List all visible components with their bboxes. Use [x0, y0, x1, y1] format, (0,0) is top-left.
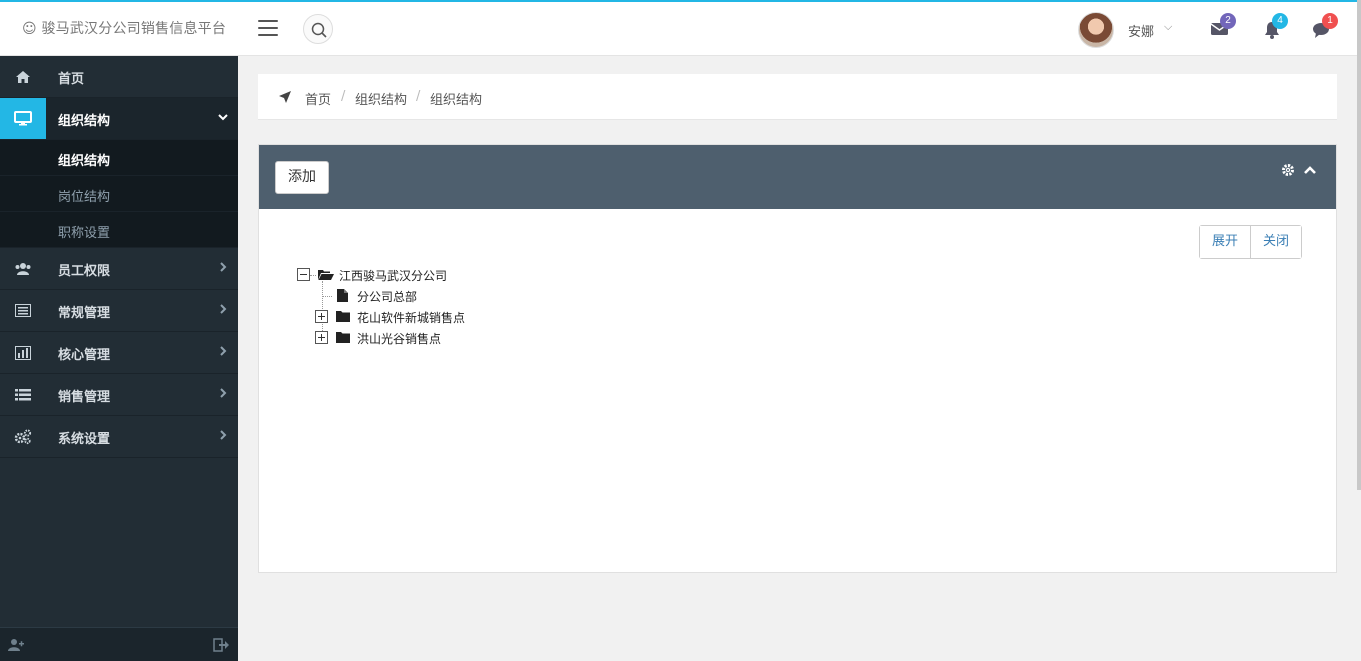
panel-header: 添加 [259, 145, 1336, 209]
desktop-icon [0, 98, 46, 139]
sidebar-item-employee-permissions[interactable]: 员工权限 [0, 248, 238, 290]
user-plus-icon[interactable] [8, 638, 24, 652]
sidebar-footer [0, 627, 238, 661]
users-icon [0, 248, 46, 289]
avatar[interactable] [1078, 12, 1114, 48]
sidebar-subitem-label: 组织结构 [58, 154, 111, 169]
brand-title[interactable]: ☺ 骏马武汉分公司销售信息平台 [22, 18, 226, 38]
top-navbar: ☺ 骏马武汉分公司销售信息平台 安娜 ⌵ 2 4 1 [0, 0, 1357, 56]
sidebar-subitem-position-structure[interactable]: 岗位结构 [0, 176, 238, 212]
sidebar-item-core-management[interactable]: 核心管理 [0, 332, 238, 374]
sidebar-item-label: 员工权限 [58, 264, 111, 279]
tree-node-label: 分公司总部 [357, 290, 418, 304]
tree-connector [322, 296, 332, 297]
home-icon [0, 56, 46, 97]
mail-button[interactable]: 2 [1210, 13, 1236, 40]
tree-connector [310, 275, 316, 276]
sidebar-item-label: 销售管理 [58, 390, 111, 405]
tree-node-label: 花山软件新城销售点 [357, 311, 466, 325]
sidebar-item-label: 组织结构 [58, 114, 111, 129]
list-alt-icon [0, 290, 46, 331]
breadcrumb-item-org[interactable]: 组织结构 [355, 89, 407, 108]
folder-open-icon [318, 270, 334, 280]
notifications-button[interactable]: 4 [1262, 13, 1288, 40]
chat-badge: 1 [1322, 13, 1338, 29]
sidebar-item-label: 核心管理 [58, 348, 111, 363]
breadcrumb-item-home[interactable]: 首页 [305, 89, 331, 108]
page-scrollbar[interactable] [1357, 0, 1361, 490]
search-icon [311, 22, 327, 38]
expand-all-button[interactable]: 展开 [1200, 226, 1251, 258]
chevron-up-icon[interactable] [1303, 163, 1317, 177]
folder-icon [336, 332, 350, 343]
tree-node-label: 洪山光谷销售点 [357, 332, 442, 346]
collapse-all-button[interactable]: 关闭 [1250, 226, 1302, 258]
mail-badge: 2 [1220, 13, 1236, 29]
chevron-down-icon[interactable]: ⌵ [1164, 20, 1172, 34]
sidebar-subitem-label: 职称设置 [58, 226, 111, 241]
chat-button[interactable]: 1 [1312, 13, 1338, 40]
location-arrow-icon [279, 91, 291, 103]
menu-toggle-icon[interactable] [258, 20, 278, 36]
chevron-right-icon [218, 260, 228, 276]
list-icon [0, 374, 46, 415]
notifications-badge: 4 [1272, 13, 1288, 29]
sidebar-item-org-structure[interactable]: 组织结构 [0, 98, 238, 140]
file-icon [337, 289, 348, 302]
sidebar: 首页 组织结构 组织结构 岗位结构 职称设置 员工权限 常规管理 核心管理 销售… [0, 56, 238, 661]
chevron-down-icon [218, 110, 228, 126]
breadcrumb-separator: / [416, 89, 421, 104]
folder-icon [336, 311, 350, 322]
sidebar-item-system-settings[interactable]: 系统设置 [0, 416, 238, 458]
org-tree-panel: 添加 展开 关闭 江西骏马武汉分公司 分公司总部 花山软件新城销售点 洪山光谷销… [258, 144, 1337, 573]
sidebar-item-label: 首页 [58, 72, 85, 87]
chevron-right-icon [218, 428, 228, 444]
user-name[interactable]: 安娜 [1128, 21, 1154, 40]
add-button[interactable]: 添加 [275, 161, 329, 194]
tree-button-group: 展开 关闭 [1199, 225, 1303, 259]
gear-icon[interactable] [1281, 163, 1295, 177]
sidebar-item-sales-management[interactable]: 销售管理 [0, 374, 238, 416]
chevron-right-icon [218, 302, 228, 318]
breadcrumb-item-current: 组织结构 [430, 93, 483, 108]
sidebar-item-label: 系统设置 [58, 432, 111, 447]
search-button[interactable] [303, 14, 333, 44]
sidebar-item-label: 常规管理 [58, 306, 111, 321]
breadcrumb-separator: / [341, 89, 346, 104]
chevron-right-icon [218, 344, 228, 360]
tree-node-label: 江西骏马武汉分公司 [339, 269, 448, 283]
sidebar-item-home[interactable]: 首页 [0, 56, 238, 98]
sidebar-item-general-management[interactable]: 常规管理 [0, 290, 238, 332]
chevron-right-icon [218, 386, 228, 402]
sidebar-subitem-org-structure[interactable]: 组织结构 [0, 140, 238, 176]
sign-out-icon[interactable] [213, 638, 229, 652]
sidebar-subitem-title-settings[interactable]: 职称设置 [0, 212, 238, 248]
breadcrumb: 首页 / 组织结构 / 组织结构 [258, 74, 1337, 120]
bar-chart-icon [0, 332, 46, 373]
sidebar-subitem-label: 岗位结构 [58, 190, 111, 205]
tree-expand-toggle[interactable] [315, 331, 328, 344]
tree-expand-toggle[interactable] [315, 310, 328, 323]
tree-collapse-toggle[interactable] [297, 268, 310, 281]
cogs-icon [0, 416, 46, 457]
